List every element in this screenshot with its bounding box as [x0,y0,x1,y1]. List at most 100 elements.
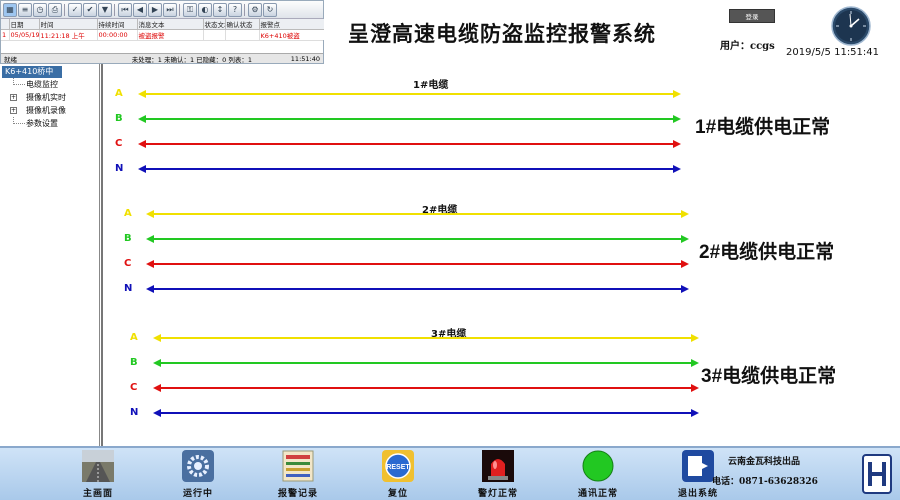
toolbar-refresh-icon[interactable]: ↻ [263,2,277,17]
table-row[interactable]: 1 05/05/19 11:21:18 上午 00:00:00 被盗报警 K6+… [1,29,326,40]
phase-label: B [115,113,123,124]
alarm-time: 11:21:18 上午 [39,29,98,40]
alarm-status-bar: 就绪 未处理：1 未确认：1 已隐藏：0 列表：1 11:51:40 [1,53,323,64]
toolbar-sort-icon[interactable]: ↕ [213,2,227,17]
running-button[interactable]: 运行中 [158,450,238,500]
phase-line-arrow [153,384,699,392]
phase-line-arrow [153,359,699,367]
toolbar-first-icon[interactable]: ⏮ [118,2,132,17]
toolbar-help-icon[interactable]: ? [228,2,242,17]
column-header[interactable]: 持续时间 [97,19,138,30]
status-ready: 就绪 [4,55,17,64]
alarm-log-icon [282,450,314,482]
toolbar-ack-all-icon[interactable]: ✔ [83,2,97,17]
toolbar-prev-icon[interactable]: ◀ [133,2,147,17]
tree-root-node[interactable]: K6+410桥中 [2,66,62,78]
phase-line-arrow [146,260,689,268]
phase-line-arrow [146,210,689,218]
toolbar-history-icon[interactable]: ◷ [33,2,47,17]
current-datetime: 2019/5/5 11:51:41 [786,47,880,58]
expand-icon[interactable]: + [10,94,17,101]
toolbar-ack-icon[interactable]: ✓ [68,2,82,17]
alarm-ack [225,29,260,40]
cable-status-text: 2#电缆供电正常 [699,242,835,263]
bottom-nav-bar: 主画面 运行中 报警记录 RESET 复位 警灯正常 通讯正常 退出系统 云南金… [0,446,900,500]
status-counts: 未处理：1 未确认：1 已隐藏：0 列表：1 [131,55,252,64]
cable-status-text: 3#电缆供电正常 [701,366,837,387]
toolbar-hide-icon[interactable]: ◐ [198,2,212,17]
column-header[interactable]: 状态文本 [203,19,226,30]
cable-block: 1#电缆 A B C N 1#电缆供电正常 [103,64,900,174]
alarm-point: K6+410被盗 [259,29,326,40]
phase-label: B [124,233,132,244]
reset-icon: RESET [382,450,414,482]
alarm-table: 日期 时间 持续时间 消息文本 状态文本 确认状态 报警点 1 05/05/19… [1,19,326,40]
login-button[interactable]: 登录 [729,9,775,23]
sidebar-item-camera-live[interactable]: + 摄像机实时 [0,91,99,104]
toolbar-next-icon[interactable]: ▶ [148,2,162,17]
sidebar-item-camera-record[interactable]: + 摄像机录像 [0,104,99,117]
alarm-date: 05/05/19 [9,29,40,40]
warning-light-button[interactable]: 警灯正常 [458,450,538,500]
status-clock: 11:51:40 [290,54,320,63]
column-header[interactable]: 确认状态 [225,19,260,30]
phase-label: N [130,407,139,418]
toolbar-filter-icon[interactable]: ▼ [98,2,112,17]
phase-line-arrow [153,334,699,342]
column-header[interactable]: 时间 [39,19,98,30]
vendor-name: 云南金瓦科技出品 [728,457,801,467]
phase-label: A [124,208,132,219]
comms-status-button[interactable]: 通讯正常 [558,450,638,500]
nav-label: 主画面 [82,489,113,499]
page-title: 呈澄高速电缆防盗监控报警系统 [348,21,656,46]
analog-clock-icon [831,6,871,46]
sidebar-item-settings[interactable]: 参数设置 [0,117,99,130]
reset-button[interactable]: RESET 复位 [358,450,438,500]
phase-line-arrow [153,409,699,417]
cable-block: 2#电缆 A B C N 2#电缆供电正常 [103,189,900,299]
cable-name: 1#电缆 [413,80,449,91]
cable-block: 3#电缆 A B C N 3#电缆供电正常 [103,313,900,423]
toolbar-list-icon[interactable]: ≡ [18,2,32,17]
sidebar-item-label: 电缆监控 [26,80,58,89]
phase-label: B [130,357,138,368]
vendor-logo-icon [862,454,892,494]
nav-label: 运行中 [182,489,213,499]
road-photo-icon [82,450,114,482]
sidebar-item-label: 参数设置 [26,119,58,128]
nav-label: 复位 [387,489,408,499]
toolbar-lock-icon[interactable]: ⚿ [183,2,197,17]
phase-label: A [130,332,138,343]
alarm-state [203,29,226,40]
column-header[interactable]: 报警点 [259,19,326,30]
column-header[interactable]: 消息文本 [137,19,204,30]
phase-label: C [130,382,138,393]
phase-label: C [115,138,123,149]
column-header[interactable]: 日期 [9,19,40,30]
phase-line-arrow [138,140,681,148]
phase-line-arrow [138,90,681,98]
exit-icon [682,450,714,482]
main-screen-button[interactable]: 主画面 [58,450,138,500]
nav-label: 通讯正常 [577,489,618,499]
toolbar-last-icon[interactable]: ⏭ [163,2,177,17]
alarm-duration: 00:00:00 [97,29,138,40]
sidebar-item-label: 摄像机录像 [26,106,66,115]
expand-icon[interactable]: + [10,107,17,114]
alarm-table-header: 日期 时间 持续时间 消息文本 状态文本 确认状态 报警点 [1,19,326,30]
phase-label: N [115,163,124,174]
cable-monitor-panel: 1#电缆 A B C N 1#电缆供电正常 2#电缆 A B C N 2#电缆供电正常 3#电缆 A B C N… [101,64,900,446]
toolbar-config-icon[interactable]: ▦ [3,2,17,17]
phase-line-arrow [138,115,681,123]
alarm-log-button[interactable]: 报警记录 [258,450,338,500]
alarm-message: 被盗报警 [137,29,204,40]
alarm-toolbar: ▦ ≡ ◷ ⎙ ✓ ✔ ▼ ⏮ ◀ ▶ ⏭ ⚿ ◐ ↕ ? ⚙ ↻ [1,1,323,19]
sidebar-item-cable-monitor[interactable]: 电缆监控 [0,78,99,91]
toolbar-print-icon[interactable]: ⎙ [48,2,62,17]
sidebar-tree: K6+410桥中 电缆监控 + 摄像机实时 + 摄像机录像 参数设置 [0,64,100,446]
row-index: 1 [1,29,10,40]
green-status-icon [582,450,614,482]
svg-text:RESET: RESET [386,464,410,471]
phase-label: C [124,258,132,269]
toolbar-settings-icon[interactable]: ⚙ [248,2,262,17]
